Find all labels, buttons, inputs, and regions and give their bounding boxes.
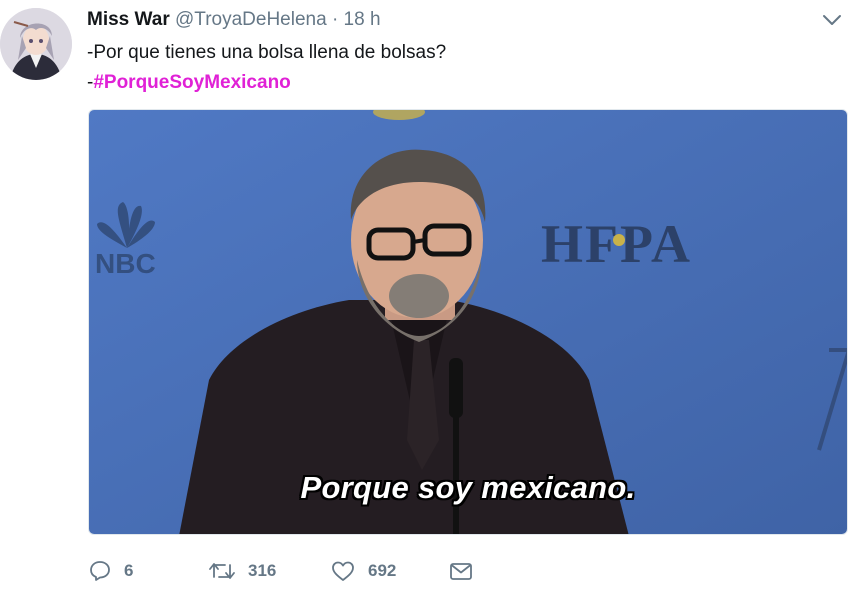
user-handle[interactable]: @TroyaDeHelena <box>175 9 327 30</box>
like-button[interactable]: 692 <box>330 559 448 583</box>
retweet-button[interactable]: 316 <box>208 559 330 583</box>
retweet-count: 316 <box>248 561 277 580</box>
reply-icon <box>90 561 110 581</box>
tweet-actions: 6 316 692 <box>88 556 474 586</box>
tweet-text-line: -Por que tienes una bolsa llena de bolsa… <box>87 42 447 63</box>
avatar[interactable] <box>0 8 72 80</box>
message-icon <box>450 563 472 580</box>
media-image[interactable]: NBC HFPA Porque soy mexicano. <box>88 109 848 535</box>
like-count: 692 <box>368 561 397 580</box>
like-icon <box>332 561 354 581</box>
avatar-image <box>0 8 72 80</box>
reply-button[interactable]: 6 <box>88 559 208 583</box>
retweet-icon <box>209 563 235 579</box>
direct-message-button[interactable] <box>448 559 474 583</box>
separator-dot: · <box>331 9 339 30</box>
tweet-text-line: -#PorqueSoyMexicano <box>87 68 446 98</box>
hashtag-link[interactable]: #PorqueSoyMexicano <box>93 72 290 93</box>
tweet-header: Miss War @TroyaDeHelena · 18 h <box>87 8 381 32</box>
tweet-text: -Por que tienes una bolsa llena de bolsa… <box>87 38 446 98</box>
chevron-down-icon[interactable] <box>820 10 844 30</box>
reply-count: 6 <box>124 561 134 580</box>
display-name[interactable]: Miss War <box>87 9 170 30</box>
video-subtitle: Porque soy mexicano. <box>300 470 636 505</box>
timestamp[interactable]: 18 h <box>344 9 381 30</box>
svg-text:NBC: NBC <box>95 248 156 279</box>
